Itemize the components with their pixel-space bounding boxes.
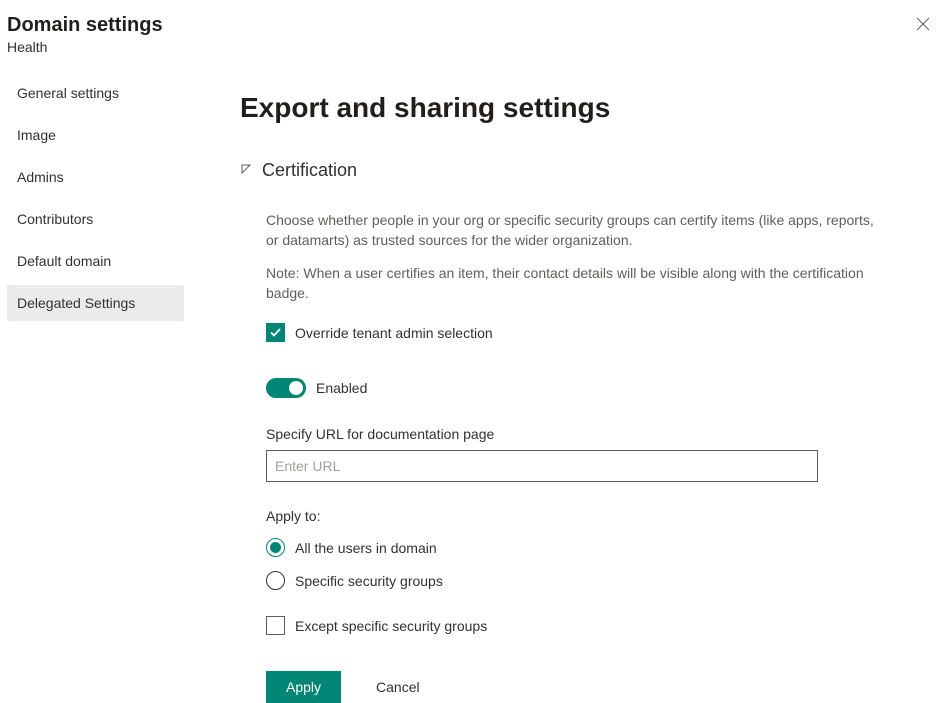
radio-option-specific-groups[interactable]: Specific security groups: [266, 571, 875, 590]
page-title: Export and sharing settings: [240, 92, 875, 124]
page-header-subtitle: Health: [7, 39, 163, 55]
radio-specific-groups-label: Specific security groups: [295, 573, 443, 589]
radio-all-users-label: All the users in domain: [295, 540, 437, 556]
override-checkbox-label: Override tenant admin selection: [295, 325, 493, 341]
apply-button[interactable]: Apply: [266, 671, 341, 703]
checkmark-icon: [269, 326, 282, 339]
apply-to-label: Apply to:: [266, 508, 875, 524]
radio-specific-groups: [266, 571, 285, 590]
section-note: Note: When a user certifies an item, the…: [240, 264, 875, 303]
except-checkbox[interactable]: [266, 616, 285, 635]
url-input[interactable]: [266, 450, 818, 482]
close-icon: [916, 17, 930, 31]
sidebar-item-delegated-settings[interactable]: Delegated Settings: [7, 285, 184, 321]
url-field-label: Specify URL for documentation page: [266, 426, 875, 442]
close-button[interactable]: [913, 14, 933, 34]
section-header[interactable]: Certification: [240, 160, 875, 181]
section-title: Certification: [262, 160, 357, 181]
radio-all-users: [266, 538, 285, 557]
sidebar: General settings Image Admins Contributo…: [7, 75, 184, 327]
page-header-title: Domain settings: [7, 14, 163, 37]
cancel-button[interactable]: Cancel: [361, 671, 435, 703]
sidebar-item-image[interactable]: Image: [7, 117, 184, 153]
sidebar-item-default-domain[interactable]: Default domain: [7, 243, 184, 279]
section-description: Choose whether people in your org or spe…: [240, 211, 875, 250]
sidebar-item-admins[interactable]: Admins: [7, 159, 184, 195]
main-content: Export and sharing settings Certificatio…: [240, 92, 875, 703]
radio-option-all-users[interactable]: All the users in domain: [266, 538, 875, 557]
sidebar-item-general-settings[interactable]: General settings: [7, 75, 184, 111]
sidebar-item-contributors[interactable]: Contributors: [7, 201, 184, 237]
override-checkbox[interactable]: [266, 323, 285, 342]
enabled-toggle-label: Enabled: [316, 380, 367, 396]
enabled-toggle[interactable]: [266, 378, 306, 398]
toggle-thumb: [289, 381, 303, 395]
collapse-icon: [240, 163, 252, 178]
except-checkbox-label: Except specific security groups: [295, 618, 487, 634]
